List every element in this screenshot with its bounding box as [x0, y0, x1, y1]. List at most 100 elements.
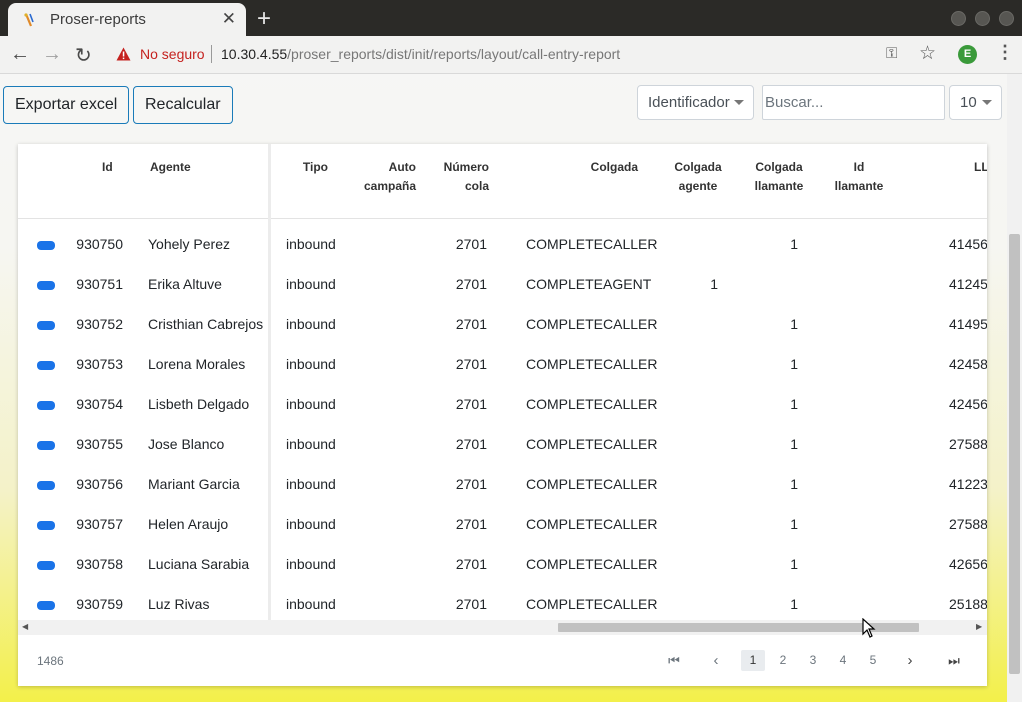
- row-status-indicator: [37, 561, 55, 570]
- cell-hangup-caller: 1: [790, 476, 798, 492]
- header-id[interactable]: Id: [102, 158, 113, 177]
- header-auto-campaign[interactable]: Auto campaña: [350, 158, 416, 196]
- profile-avatar[interactable]: E: [958, 45, 977, 64]
- header-truncated[interactable]: LL: [974, 158, 987, 177]
- table-row[interactable]: 930754 Lisbeth Delgado inbound 2701 COMPLETE…: [18, 385, 987, 425]
- row-status-indicator: [37, 241, 55, 250]
- cell-hangup: COMPLETEAGENT: [526, 276, 652, 292]
- cell-type: inbound: [286, 596, 336, 612]
- row-status-indicator: [37, 401, 55, 410]
- table-row[interactable]: 930759 Luz Rivas inbound 2701 COMPLETECALLER…: [18, 585, 987, 620]
- new-tab-button[interactable]: +: [257, 5, 271, 33]
- table-row[interactable]: 930757 Helen Araujo inbound 2701 COMPLETECAL…: [18, 505, 987, 545]
- last-page-icon[interactable]: ⏭: [944, 650, 964, 671]
- table-row[interactable]: 930752 Cristhian Cabrejos inbound 2701 COMPL…: [18, 305, 987, 345]
- cell-truncated: 42456: [949, 396, 987, 412]
- cell-agent: Jose Blanco: [148, 436, 225, 452]
- cell-hangup: COMPLETECALLER: [526, 556, 658, 572]
- url-host: 10.30.4.55: [221, 46, 288, 62]
- cell-hangup: COMPLETECALLER: [526, 356, 658, 372]
- url-path: /proser_reports/dist/init/reports/layout…: [287, 46, 621, 62]
- cell-agent: Lisbeth Delgado: [148, 396, 250, 412]
- header-queue-number[interactable]: Número cola: [429, 158, 489, 196]
- cell-id: 930754: [76, 396, 123, 412]
- search-input[interactable]: [762, 85, 945, 120]
- scroll-left-icon[interactable]: ◀: [22, 622, 28, 631]
- cell-id: 930758: [76, 556, 123, 572]
- header-hangup-agent[interactable]: Colgada agente: [666, 158, 730, 196]
- cell-hangup: COMPLETECALLER: [526, 316, 658, 332]
- address-separator: [211, 45, 212, 63]
- header-agent[interactable]: Agente: [150, 158, 191, 177]
- cell-truncated: 42458: [949, 356, 987, 372]
- table-row[interactable]: 930758 Luciana Sarabia inbound 2701 COMPLETE…: [18, 545, 987, 585]
- page-size-value: 10: [960, 94, 977, 111]
- cell-hangup: COMPLETECALLER: [526, 236, 658, 252]
- minimize-window-icon[interactable]: [951, 11, 966, 26]
- cell-queue: 2701: [455, 436, 487, 452]
- page-vertical-scrollbar[interactable]: [1007, 74, 1022, 702]
- cell-id: 930759: [76, 596, 123, 612]
- cell-hangup-caller: 1: [790, 316, 798, 332]
- page-link[interactable]: 5: [861, 650, 885, 671]
- table-row[interactable]: 930750 Yohely Perez inbound 2701 COMPLETECAL…: [18, 225, 987, 265]
- prev-page-icon[interactable]: ‹: [706, 650, 726, 671]
- export-excel-button[interactable]: Exportar excel: [3, 86, 130, 124]
- cell-hangup: COMPLETECALLER: [526, 436, 658, 452]
- browser-menu-icon[interactable]: ⋮: [996, 42, 1014, 63]
- cell-type: inbound: [286, 276, 336, 292]
- first-page-icon[interactable]: ⏮: [664, 650, 684, 671]
- table-row[interactable]: 930756 Mariant Garcia inbound 2701 COMPLETEC…: [18, 465, 987, 505]
- app-favicon-icon: [24, 13, 34, 27]
- cell-hangup-caller: 1: [790, 436, 798, 452]
- reload-icon[interactable]: ↻: [75, 43, 92, 68]
- table-viewport: Id Agente Tipo Auto campaña Número cola Co…: [18, 144, 987, 620]
- tab-close-icon[interactable]: ✕: [222, 9, 236, 29]
- key-icon[interactable]: ⚿: [886, 45, 897, 62]
- cell-hangup-caller: 1: [790, 236, 798, 252]
- close-window-icon[interactable]: [999, 11, 1014, 26]
- cell-agent: Lorena Morales: [148, 356, 246, 372]
- next-page-icon[interactable]: ›: [900, 650, 920, 671]
- forward-arrow-icon[interactable]: →: [42, 43, 62, 66]
- table-row[interactable]: 930755 Jose Blanco inbound 2701 COMPLETECALL…: [18, 425, 987, 465]
- tab-title: Proser-reports: [50, 11, 146, 28]
- cell-hangup-caller: 1: [790, 396, 798, 412]
- cell-id: 930756: [76, 476, 123, 492]
- cell-truncated: 27588: [949, 516, 987, 532]
- header-hangup-caller[interactable]: Colgada llamante: [746, 158, 812, 196]
- header-caller-id[interactable]: Id llamante: [826, 158, 892, 196]
- page-size-select[interactable]: 10: [949, 85, 1002, 120]
- header-hangup[interactable]: Colgada: [578, 158, 638, 177]
- cell-queue: 2701: [455, 236, 487, 252]
- filter-field-select[interactable]: Identificador: [637, 85, 754, 120]
- cell-truncated: 41495: [949, 316, 987, 332]
- chevron-down-icon: [982, 100, 992, 105]
- cell-hangup-caller: 1: [790, 356, 798, 372]
- vertical-scroll-thumb[interactable]: [1009, 234, 1020, 674]
- not-secure-label[interactable]: No seguro: [140, 46, 205, 62]
- page-link[interactable]: 4: [831, 650, 855, 671]
- page-link[interactable]: 2: [771, 650, 795, 671]
- cell-hangup: COMPLETECALLER: [526, 516, 658, 532]
- cell-hangup-caller: 1: [790, 516, 798, 532]
- table-row[interactable]: 930751 Erika Altuve inbound 2701 COMPLETEAGE…: [18, 265, 987, 305]
- cell-hangup: COMPLETECALLER: [526, 396, 658, 412]
- page-link[interactable]: 3: [801, 650, 825, 671]
- row-status-indicator: [37, 281, 55, 290]
- maximize-window-icon[interactable]: [975, 11, 990, 26]
- cell-hangup-caller: 1: [790, 556, 798, 572]
- row-status-indicator: [37, 321, 55, 330]
- table-row[interactable]: 930753 Lorena Morales inbound 2701 COMPLETEC…: [18, 345, 987, 385]
- scroll-right-icon[interactable]: ▶: [976, 622, 982, 631]
- page-link[interactable]: 1: [741, 650, 765, 671]
- browser-tab[interactable]: Proser-reports ✕: [8, 3, 246, 36]
- horizontal-scrollbar[interactable]: ◀ ▶: [18, 620, 987, 635]
- cell-queue: 2701: [455, 276, 487, 292]
- back-arrow-icon[interactable]: ←: [10, 43, 30, 66]
- bookmark-star-icon[interactable]: ☆: [919, 42, 936, 65]
- header-type[interactable]: Tipo: [288, 158, 328, 177]
- url-field[interactable]: 10.30.4.55/proser_reports/dist/init/repo…: [221, 46, 620, 62]
- cell-queue: 2701: [455, 316, 487, 332]
- recalculate-button[interactable]: Recalcular: [133, 86, 233, 124]
